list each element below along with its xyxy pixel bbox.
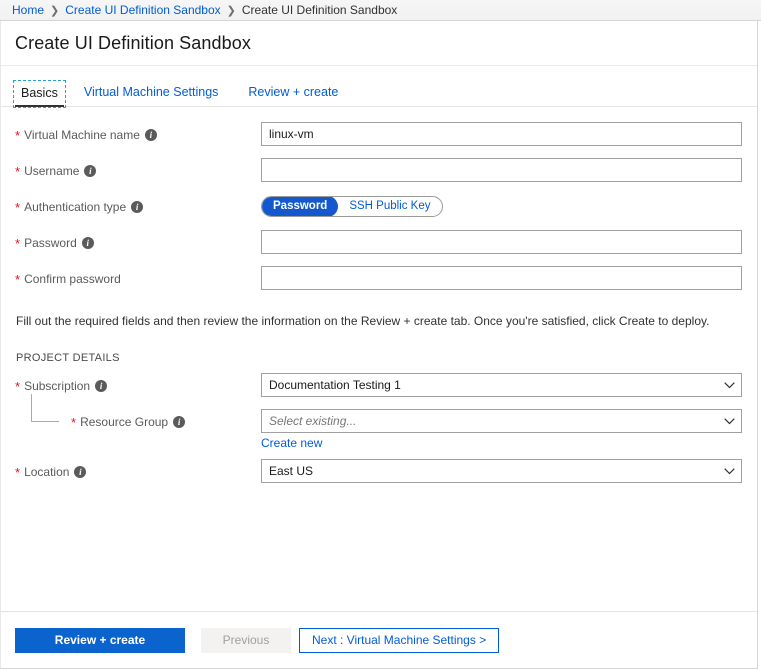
create-new-resource-group-link[interactable]: Create new: [261, 436, 322, 450]
breadcrumb: Home ❯ Create UI Definition Sandbox ❯ Cr…: [0, 0, 761, 21]
password-control: [261, 229, 743, 254]
auth-option-ssh-public-key[interactable]: SSH Public Key: [338, 197, 441, 216]
info-icon[interactable]: i: [95, 380, 108, 392]
required-asterisk: *: [15, 128, 21, 143]
required-asterisk: *: [15, 236, 21, 251]
field-resource-group: * Resource Group i Select existing... Cr…: [15, 394, 743, 450]
field-authentication-type: * Authentication type i Password SSH Pub…: [15, 193, 743, 227]
password-input[interactable]: [261, 230, 742, 254]
subscription-label-text: Subscription: [24, 379, 91, 393]
subscription-dropdown-value: Documentation Testing 1: [261, 373, 742, 397]
create-blade: Create UI Definition Sandbox Basics Virt…: [0, 21, 758, 669]
vm-name-input[interactable]: [261, 122, 742, 146]
authentication-type-control: Password SSH Public Key: [261, 193, 743, 217]
password-label: * Password i: [15, 229, 261, 251]
page-title: Create UI Definition Sandbox: [15, 32, 251, 53]
username-input[interactable]: [261, 158, 742, 182]
subscription-label: * Subscription i: [15, 372, 261, 394]
confirm-password-input[interactable]: [261, 266, 742, 290]
previous-button[interactable]: Previous: [201, 627, 291, 653]
resource-group-label-text: Resource Group: [80, 415, 169, 429]
breadcrumb-item-current: Create UI Definition Sandbox: [241, 3, 398, 17]
info-icon[interactable]: i: [84, 165, 97, 177]
resource-group-dropdown-value: Select existing...: [261, 409, 742, 433]
tree-connector-line: [31, 394, 59, 422]
location-label: * Location i: [15, 458, 261, 480]
breadcrumb-separator-1: ❯: [50, 4, 60, 17]
field-confirm-password: * Confirm password: [15, 265, 743, 299]
field-location: * Location i East US: [15, 458, 743, 492]
required-asterisk: *: [15, 272, 21, 287]
section-heading-project-details: PROJECT DETAILS: [16, 352, 120, 364]
info-icon[interactable]: i: [173, 416, 186, 428]
authentication-type-label: * Authentication type i: [15, 193, 261, 215]
field-username: * Username i: [15, 157, 743, 191]
vm-name-control: [261, 121, 743, 146]
info-icon[interactable]: i: [144, 129, 157, 141]
password-label-text: Password: [24, 236, 77, 250]
form-help-text: Fill out the required fields and then re…: [16, 314, 710, 328]
blade-header: Create UI Definition Sandbox: [1, 21, 757, 66]
resource-group-dropdown[interactable]: Select existing...: [261, 409, 742, 433]
breadcrumb-item-sandbox[interactable]: Create UI Definition Sandbox: [65, 3, 220, 17]
username-label-text: Username: [24, 164, 80, 178]
username-label: * Username i: [15, 157, 261, 179]
vm-name-label: * Virtual Machine name i: [15, 121, 261, 143]
required-asterisk: *: [15, 379, 21, 394]
breadcrumb-separator-2: ❯: [226, 4, 236, 17]
blade-footer: Review + create Previous Next : Virtual …: [1, 611, 757, 668]
basics-form: * Virtual Machine name i * Username i: [1, 107, 757, 492]
resource-group-control: Select existing... Create new: [261, 408, 743, 450]
required-asterisk: *: [15, 465, 21, 480]
required-asterisk: *: [71, 415, 77, 430]
location-control: East US: [261, 458, 743, 483]
confirm-password-label-text: Confirm password: [24, 272, 121, 286]
info-icon[interactable]: i: [74, 466, 87, 478]
next-button[interactable]: Next : Virtual Machine Settings >: [299, 627, 500, 653]
tab-virtual-machine-settings-label: Virtual Machine Settings: [83, 85, 219, 99]
info-icon[interactable]: i: [81, 237, 94, 249]
authentication-type-toggle-group: Password SSH Public Key: [261, 196, 443, 217]
tab-basics[interactable]: Basics: [13, 80, 66, 108]
required-asterisk: *: [15, 200, 21, 215]
review-create-button[interactable]: Review + create: [15, 627, 185, 653]
field-password: * Password i: [15, 229, 743, 263]
subscription-dropdown[interactable]: Documentation Testing 1: [261, 373, 742, 397]
breadcrumb-item-home[interactable]: Home: [12, 3, 44, 17]
authentication-type-label-text: Authentication type: [24, 200, 127, 214]
tab-review-create[interactable]: Review + create: [242, 81, 344, 106]
confirm-password-label: * Confirm password: [15, 265, 261, 287]
auth-option-password[interactable]: Password: [262, 197, 339, 216]
tab-virtual-machine-settings[interactable]: Virtual Machine Settings: [78, 81, 225, 106]
portal-page: Home ❯ Create UI Definition Sandbox ❯ Cr…: [0, 0, 761, 670]
field-subscription: * Subscription i Documentation Testing 1: [15, 372, 743, 406]
username-control: [261, 157, 743, 182]
tab-basics-label: Basics: [21, 86, 58, 100]
tab-strip: Basics Virtual Machine Settings Review +…: [1, 66, 757, 108]
info-icon[interactable]: i: [131, 201, 144, 213]
field-vm-name: * Virtual Machine name i: [15, 121, 743, 155]
vm-name-label-text: Virtual Machine name: [24, 128, 140, 142]
tab-review-create-label: Review + create: [248, 85, 339, 99]
location-dropdown[interactable]: East US: [261, 459, 742, 483]
location-label-text: Location: [24, 465, 70, 479]
required-asterisk: *: [15, 164, 21, 179]
subscription-control: Documentation Testing 1: [261, 372, 743, 397]
location-dropdown-value: East US: [261, 459, 742, 483]
confirm-password-control: [261, 265, 743, 290]
